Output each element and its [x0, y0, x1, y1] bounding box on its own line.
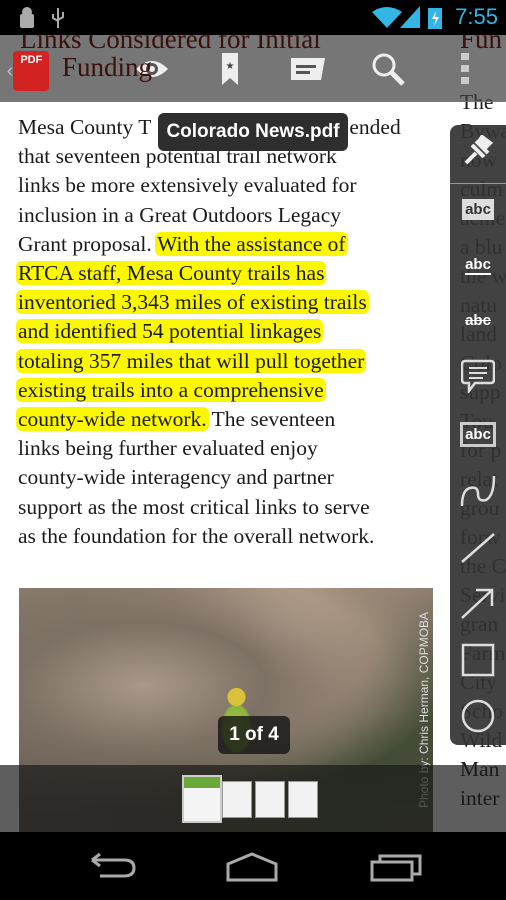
text-span: inclusion in a Great Outdoors Legacy: [18, 202, 342, 227]
text-span: support as the most critical links to se…: [18, 494, 370, 519]
strikethrough-icon: abc: [465, 311, 491, 329]
highlight-icon: abc: [462, 198, 494, 220]
body-line: links being further evaluated enjoy: [18, 436, 318, 461]
freehand-icon: [460, 475, 496, 507]
speech-bubble-icon: [461, 359, 495, 393]
back-arrow-icon: [91, 852, 136, 878]
arrow-tool[interactable]: [458, 584, 498, 624]
battery-charging-icon: [428, 8, 442, 29]
back-caret-icon: ‹: [6, 59, 14, 82]
highlighted-text: With the assistance of: [155, 231, 348, 256]
text-span: The seventeen: [206, 407, 336, 431]
text-span: Grant proposal.: [18, 231, 158, 256]
highlighted-text: RTCA staff, Mesa County trails has: [16, 261, 327, 285]
android-debug-icon: [20, 7, 34, 28]
usb-icon: [52, 8, 64, 28]
text-span: links being further evaluated enjoy: [18, 436, 318, 461]
body-line: totaling 357 miles that will pull togeth…: [16, 348, 367, 374]
comment-list-icon: [291, 58, 325, 80]
body-line: county-wide network. The seventeen: [16, 407, 336, 432]
oval-icon: [461, 699, 495, 733]
status-bar: 7:55: [0, 0, 506, 35]
text-span: county-wide interagency and partner: [18, 465, 334, 490]
recent-apps-button[interactable]: [366, 846, 426, 886]
text-span: Mesa County T: [18, 115, 152, 139]
body-line: support as the most critical links to se…: [18, 495, 370, 520]
highlighted-text: inventoried 3,343 miles of existing trai…: [16, 290, 369, 315]
highlighted-text: existing trails into a comprehensive: [16, 377, 326, 402]
note-tool[interactable]: [458, 356, 498, 396]
clock: 7:55: [455, 4, 498, 29]
page-thumbnail-4[interactable]: [288, 781, 318, 818]
page-thumbnail-strip: [0, 765, 506, 832]
home-icon: [226, 852, 278, 882]
search-button[interactable]: [366, 47, 410, 91]
line-icon: [461, 533, 495, 563]
action-bar: ‹ PDF ★: [0, 35, 506, 102]
view-mode-button[interactable]: [130, 47, 174, 91]
annotation-toolbar: abc abc abc abc: [450, 125, 506, 745]
navigation-bar: [0, 832, 506, 900]
body-line: county-wide interagency and partner: [18, 465, 334, 490]
oval-tool[interactable]: [458, 696, 498, 736]
body-line: links be more extensively evaluated for: [18, 173, 357, 198]
text-span: ended: [349, 115, 401, 139]
body-line: RTCA staff, Mesa County trails has: [16, 261, 327, 286]
overflow-menu-icon: [461, 53, 469, 84]
page-thumbnail-2[interactable]: [222, 781, 252, 818]
pdf-app-icon: PDF: [13, 51, 50, 91]
underline-tool[interactable]: abc: [458, 245, 498, 285]
pdf-page[interactable]: Mesa County Tended that seventeen potenti…: [0, 35, 506, 832]
home-button[interactable]: [222, 846, 282, 886]
text-span: links be more extensively evaluated for: [18, 173, 357, 198]
app-home-button[interactable]: ‹ PDF: [2, 49, 54, 93]
strikethrough-tool[interactable]: abc: [458, 300, 498, 340]
bookmark-button[interactable]: ★: [208, 47, 252, 91]
body-line: inventoried 3,343 miles of existing trai…: [16, 290, 369, 315]
arrow-icon: [461, 588, 494, 619]
overflow-menu-button[interactable]: [444, 47, 488, 91]
body-line: existing trails into a comprehensive: [16, 377, 326, 403]
recent-apps-icon: [370, 854, 422, 882]
pin-tool[interactable]: [458, 131, 498, 171]
signal-icon: [400, 6, 420, 28]
freehand-tool[interactable]: [458, 470, 498, 510]
highlighted-text: and identified 54 potential linkages: [16, 319, 324, 344]
underline-icon: abc: [465, 255, 491, 275]
rectangle-tool[interactable]: [458, 640, 498, 680]
textbox-icon: abc: [460, 421, 496, 447]
toolbar-divider: [450, 183, 506, 184]
highlighted-text: county-wide network.: [16, 407, 209, 431]
page-indicator: 1 of 4: [218, 716, 290, 754]
rectangle-icon: [461, 643, 495, 677]
eye-icon: [136, 61, 168, 77]
body-line: as the foundation for the overall networ…: [18, 524, 374, 549]
line-tool[interactable]: [458, 528, 498, 568]
svg-text:★: ★: [226, 61, 235, 72]
file-name-toast: Colorado News.pdf: [158, 113, 348, 151]
pin-icon: [464, 135, 494, 165]
textbox-tool[interactable]: abc: [458, 414, 498, 454]
page-thumbnail-3[interactable]: [255, 781, 285, 818]
highlight-tool[interactable]: abc: [458, 189, 498, 229]
page-thumbnail-1[interactable]: [182, 775, 222, 823]
body-line: inclusion in a Great Outdoors Legacy: [18, 203, 341, 228]
body-line: Grant proposal. With the assistance of: [18, 231, 348, 257]
highlighted-text: totaling 357 miles that will pull togeth…: [16, 348, 367, 373]
annotations-list-button[interactable]: [286, 47, 330, 91]
bookmark-icon: ★: [222, 53, 238, 85]
body-line: and identified 54 potential linkages: [16, 319, 324, 344]
back-button[interactable]: [82, 846, 142, 886]
wifi-icon: [372, 7, 402, 28]
text-span: as the foundation for the overall networ…: [18, 523, 375, 548]
search-icon: [372, 53, 405, 86]
